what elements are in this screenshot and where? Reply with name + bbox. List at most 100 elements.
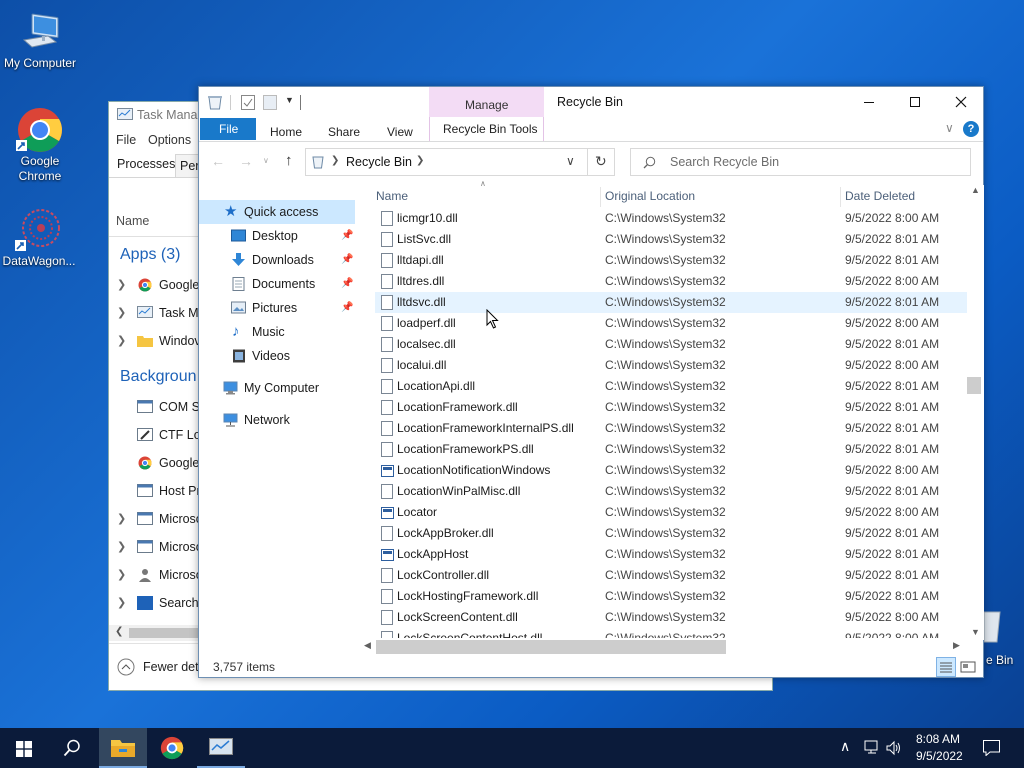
clock-time[interactable]: 8:08 AM — [916, 732, 960, 746]
scrollbar-thumb[interactable] — [129, 628, 199, 638]
desktop-icon-label: Google Chrome — [18, 154, 62, 183]
file-row[interactable]: Locator C:\Windows\System32 9/5/2022 8:00 … — [375, 502, 967, 523]
column-header-date[interactable]: Date Deleted — [841, 187, 965, 207]
address-text[interactable]: Recycle Bin — [346, 155, 412, 169]
file-original-location: C:\Windows\System32 — [605, 568, 726, 582]
tab-file[interactable]: File — [200, 118, 256, 140]
scroll-left-icon[interactable]: ◀ — [364, 640, 371, 651]
file-row[interactable]: LocationFramework.dll C:\Windows\System32… — [375, 397, 967, 418]
properties-icon[interactable] — [241, 95, 255, 110]
tab-view[interactable]: View — [387, 122, 413, 142]
file-row[interactable]: LockController.dll C:\Windows\System32 9/5… — [375, 565, 967, 586]
windows-start-icon[interactable] — [16, 741, 32, 757]
file-row[interactable]: lltdsvc.dll C:\Windows\System32 9/5/2022 8… — [375, 292, 967, 313]
file-row[interactable]: LocationApi.dll C:\Windows\System32 9/5/20… — [375, 376, 967, 397]
file-row[interactable]: localsec.dll C:\Windows\System32 9/5/2022 … — [375, 334, 967, 355]
search-box[interactable]: Search Recycle Bin — [630, 148, 971, 176]
desktop-icon-datawagon[interactable]: DataWagon... — [0, 206, 79, 269]
context-tab-manage[interactable]: Manage — [429, 87, 544, 117]
notification-icon[interactable] — [983, 740, 1000, 756]
menu-options[interactable]: Options — [148, 133, 191, 147]
desktop-icon-google-chrome[interactable]: Google Chrome — [0, 106, 80, 184]
new-folder-icon[interactable] — [263, 95, 277, 110]
scroll-left-icon[interactable]: ❮ — [115, 626, 123, 637]
scroll-right-icon[interactable]: ▶ — [953, 640, 960, 651]
column-header-name[interactable]: Name — [116, 214, 149, 228]
file-list[interactable]: licmgr10.dll C:\Windows\System32 9/5/2022 … — [199, 208, 969, 640]
scroll-up-icon[interactable]: ▲ — [971, 185, 980, 195]
scrollbar-thumb[interactable] — [967, 377, 981, 394]
show-hidden-icons-icon[interactable]: ∧ — [840, 738, 850, 755]
explorer-window[interactable]: ▼ Manage Recycle Bin File Home Share Vie… — [198, 86, 984, 678]
taskbar-chrome[interactable] — [148, 728, 196, 768]
scrollbar-thumb[interactable] — [376, 640, 726, 654]
file-row[interactable]: LocationFrameworkInternalPS.dll C:\Window… — [375, 418, 967, 439]
tab-share[interactable]: Share — [328, 122, 360, 142]
menu-file[interactable]: File — [116, 133, 136, 147]
file-row[interactable]: LockAppHost C:\Windows\System32 9/5/2022 8… — [375, 544, 967, 565]
window-title: Recycle Bin — [557, 95, 623, 109]
chevron-right-icon[interactable]: ❯ — [117, 589, 126, 617]
maximize-button[interactable] — [893, 87, 937, 117]
scroll-down-icon[interactable]: ▼ — [971, 627, 980, 637]
search-icon[interactable] — [63, 739, 81, 757]
vertical-scrollbar[interactable]: ▲ ▼ — [967, 185, 984, 640]
tab-label: Processes — [117, 157, 176, 171]
column-header-location[interactable]: Original Location — [601, 187, 841, 207]
tab-recycle-bin-tools[interactable]: Recycle Bin Tools — [429, 117, 544, 141]
chevron-right-icon[interactable]: ❯ — [117, 327, 126, 355]
back-arrow-icon[interactable]: ← — [211, 153, 225, 169]
dll-file-icon — [381, 253, 393, 268]
file-row[interactable]: lltdres.dll C:\Windows\System32 9/5/2022 8… — [375, 271, 967, 292]
recent-dropdown-icon[interactable]: ∨ — [263, 156, 269, 165]
large-icons-view-button[interactable] — [959, 658, 977, 676]
chevron-right-icon[interactable]: ❯ — [117, 271, 126, 299]
file-row[interactable]: lltdapi.dll C:\Windows\System32 9/5/2022 8… — [375, 250, 967, 271]
process-name: Google — [159, 456, 200, 470]
tab-processes[interactable]: Processes — [109, 152, 175, 178]
file-row[interactable]: localui.dll C:\Windows\System32 9/5/2022 8… — [375, 355, 967, 376]
close-button[interactable] — [939, 87, 983, 117]
collapse-up-icon[interactable] — [117, 658, 135, 676]
address-bar[interactable]: ❯ Recycle Bin ❯ ∨ — [305, 148, 588, 176]
search-input[interactable]: Search Recycle Bin — [670, 155, 779, 169]
address-dropdown-icon[interactable]: ∨ — [566, 154, 575, 168]
refresh-button[interactable]: ↻ — [588, 148, 615, 176]
file-row[interactable]: LocationWinPalMisc.dll C:\Windows\System3… — [375, 481, 967, 502]
desktop-icon-my-computer[interactable]: My Computer — [0, 10, 80, 71]
file-row[interactable]: LockHostingFramework.dll C:\Windows\Syste… — [375, 586, 967, 607]
qat-dropdown-icon[interactable]: ▼ — [285, 95, 294, 105]
taskbar-task-manager[interactable] — [197, 728, 245, 768]
minimize-button[interactable] — [847, 87, 891, 117]
horizontal-scrollbar[interactable]: ◀ ▶ — [359, 638, 965, 655]
file-row[interactable]: loadperf.dll C:\Windows\System32 9/5/2022 … — [375, 313, 967, 334]
ribbon-expand-icon[interactable]: ∨ — [945, 121, 954, 135]
file-row[interactable]: LockScreenContent.dll C:\Windows\System32… — [375, 607, 967, 628]
horizontal-scrollbar[interactable]: ❮ — [109, 625, 199, 641]
volume-icon[interactable] — [886, 740, 902, 756]
chevron-right-icon[interactable]: ❯ — [117, 299, 126, 327]
clock-date[interactable]: 9/5/2022 — [916, 749, 963, 763]
file-row[interactable]: LocationNotificationWindows C:\Windows\Sy… — [375, 460, 967, 481]
up-arrow-icon[interactable]: ↑ — [285, 152, 293, 169]
tab-home[interactable]: Home — [270, 122, 302, 142]
forward-arrow-icon[interactable]: → — [239, 153, 253, 169]
taskbar-file-explorer[interactable] — [99, 728, 147, 768]
chevron-right-icon[interactable]: ❯ — [117, 561, 126, 589]
breadcrumb-chevron-icon[interactable]: ❯ — [416, 155, 424, 166]
chevron-right-icon[interactable]: ❯ — [117, 505, 126, 533]
network-icon[interactable] — [864, 740, 880, 756]
chevron-right-icon[interactable]: ❯ — [117, 533, 126, 561]
file-row[interactable]: LockAppBroker.dll C:\Windows\System32 9/5/… — [375, 523, 967, 544]
file-row[interactable]: LocationFrameworkPS.dll C:\Windows\System… — [375, 439, 967, 460]
help-icon[interactable]: ? — [963, 121, 979, 137]
desktop-icon-recycle-bin[interactable]: e Bin — [982, 606, 1024, 670]
column-header-name[interactable]: Name — [369, 187, 601, 207]
file-row[interactable]: ListSvc.dll C:\Windows\System32 9/5/2022 8… — [375, 229, 967, 250]
fewer-details-link[interactable]: Fewer deta — [143, 660, 206, 674]
file-row[interactable]: licmgr10.dll C:\Windows\System32 9/5/2022 … — [375, 208, 967, 229]
refresh-icon: ↻ — [595, 153, 607, 169]
service-icon — [137, 540, 153, 553]
details-view-button[interactable] — [936, 657, 956, 677]
breadcrumb-chevron-icon[interactable]: ❯ — [331, 155, 339, 166]
